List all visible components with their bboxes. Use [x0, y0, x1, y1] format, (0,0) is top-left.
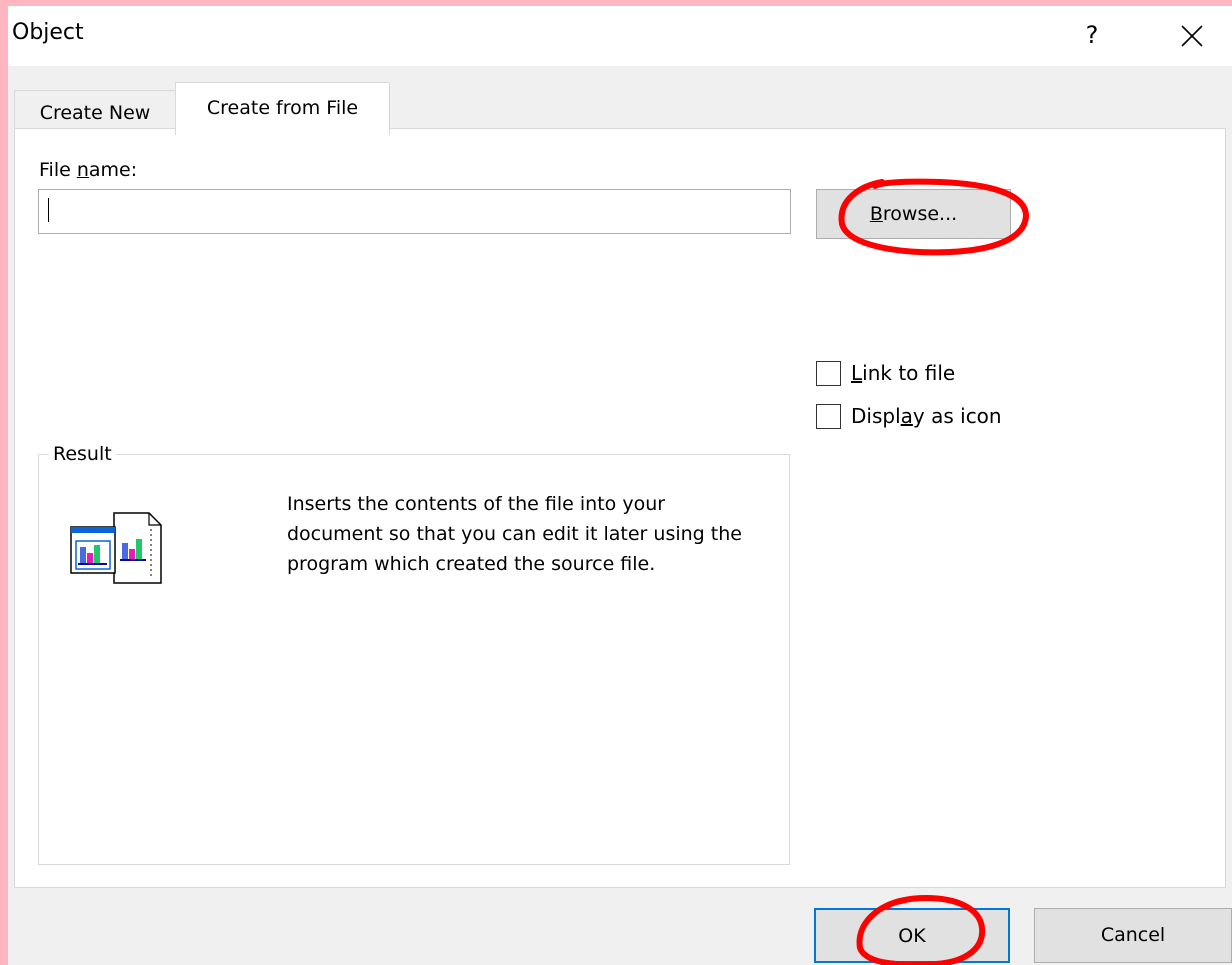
close-icon	[1181, 25, 1203, 47]
close-button[interactable]	[1170, 14, 1214, 58]
file-name-label: File name:	[39, 159, 138, 181]
browse-button[interactable]: Browse...	[816, 189, 1011, 239]
object-dialog: Object ? Create New Create from File Fil…	[8, 6, 1232, 965]
ok-button[interactable]: OK	[814, 908, 1010, 963]
display-as-icon-label: Display as icon	[851, 404, 1002, 428]
display-as-icon-option[interactable]: Display as icon	[816, 402, 1002, 430]
result-description: Inserts the contents of the file into yo…	[287, 493, 742, 575]
result-legend: Result	[49, 443, 116, 465]
display-as-icon-checkbox[interactable]	[816, 403, 841, 429]
tab-create-from-file[interactable]: Create from File	[175, 82, 390, 135]
text-caret	[48, 198, 49, 222]
link-to-file-label: Link to file	[851, 361, 956, 385]
help-button[interactable]: ?	[1070, 14, 1114, 58]
link-to-file-checkbox[interactable]	[816, 360, 841, 386]
cancel-button[interactable]: Cancel	[1034, 908, 1232, 963]
file-name-input[interactable]	[38, 189, 791, 234]
link-to-file-option[interactable]: Link to file	[816, 359, 955, 387]
create-from-file-panel: File name: Browse... Link to file Displa…	[14, 128, 1226, 888]
embedded-file-icon	[69, 509, 179, 593]
dialog-title: Object	[12, 20, 84, 45]
title-bar: Object ?	[8, 6, 1232, 66]
